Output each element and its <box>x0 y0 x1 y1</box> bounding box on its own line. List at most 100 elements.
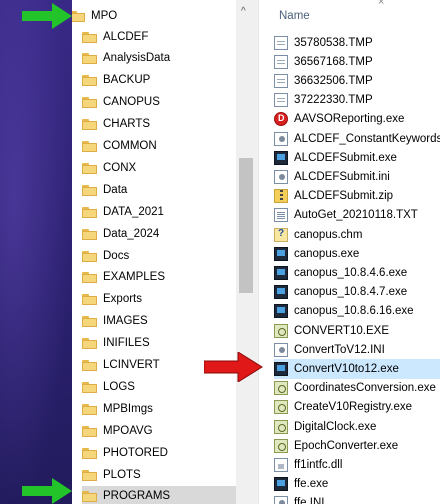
file-name: ffe.INI <box>294 497 325 504</box>
tree-item-analysisdata[interactable]: AnalysisData <box>82 48 252 69</box>
tree-item-docs[interactable]: Docs <box>82 245 252 266</box>
tree-scrollbar[interactable]: ^ <box>236 0 258 504</box>
file-row[interactable]: 37222330.TMP <box>274 91 440 110</box>
txt-file-icon <box>274 208 288 223</box>
file-row[interactable]: ffe.INI <box>274 494 440 504</box>
close-icon: × <box>378 0 385 8</box>
file-row[interactable]: 36632506.TMP <box>274 71 440 90</box>
file-row[interactable]: AutoGet_20210118.TXT <box>274 206 440 225</box>
file-row[interactable]: CreateV10Registry.exe <box>274 398 440 417</box>
tree-item-label: Data_2024 <box>103 227 160 240</box>
ini-file-icon <box>274 496 288 504</box>
tree-item-plots[interactable]: PLOTS <box>82 464 252 485</box>
ini-file-icon <box>274 342 288 357</box>
folder-icon <box>82 315 97 328</box>
folder-icon <box>82 337 97 350</box>
tree-item-label: PROGRAMS <box>103 490 171 503</box>
file-name: ConvertV10to12.exe <box>294 363 399 376</box>
file-row[interactable]: ALCDEFSubmit.ini <box>274 167 440 186</box>
folder-icon <box>82 250 97 262</box>
file-name: 36567168.TMP <box>294 55 373 68</box>
folder-icon <box>82 118 97 131</box>
file-name: 37222330.TMP <box>294 94 373 107</box>
folder-icon <box>82 359 97 371</box>
cfg-file-icon <box>274 400 288 415</box>
tree-item-backup[interactable]: BACKUP <box>82 70 252 91</box>
app-file-icon <box>274 285 288 300</box>
file-row[interactable]: canopus.chm <box>274 225 440 244</box>
tree-item-canopus[interactable]: CANOPUS <box>82 92 252 113</box>
scroll-up-icon[interactable]: ^ <box>241 6 246 17</box>
file-name: CONVERT10.EXE <box>294 324 390 337</box>
file-row[interactable]: ff1intfc.dll <box>274 455 440 474</box>
tree-item-programs[interactable]: PROGRAMS <box>82 485 252 504</box>
tree-item-exports[interactable]: Exports <box>82 289 252 310</box>
folder-icon <box>82 469 97 481</box>
folder-tree-pane[interactable]: MPO ALCDEF AnalysisData BACKUP CANOPUS CHART… <box>72 0 258 504</box>
tree-item-alcdef[interactable]: ALCDEF <box>82 26 252 47</box>
folder-icon <box>82 293 97 306</box>
tree-item-conx[interactable]: CONX <box>82 157 252 178</box>
file-row[interactable]: canopus_10.8.4.6.exe <box>274 263 440 282</box>
file-row[interactable]: 35780538.TMP <box>274 33 440 52</box>
folder-icon <box>82 206 97 218</box>
folder-icon <box>82 425 97 437</box>
file-name: canopus_10.8.4.7.exe <box>294 286 408 299</box>
tree-item-data[interactable]: Data <box>82 179 252 200</box>
chm-file-icon <box>274 227 288 242</box>
tree-item-inifiles[interactable]: INIFILES <box>82 333 252 354</box>
name-column-header[interactable]: Name <box>279 10 310 22</box>
cfg-file-icon <box>274 381 288 396</box>
doc-file-icon <box>274 35 288 50</box>
tree-item-label: LOGS <box>103 380 135 393</box>
scrollbar-thumb[interactable] <box>239 158 253 293</box>
tree-item-images[interactable]: IMAGES <box>82 311 252 332</box>
tree-item-mpo[interactable]: MPO <box>72 5 240 26</box>
file-row[interactable]: canopus.exe <box>274 244 440 263</box>
file-list-pane[interactable]: Name 35780538.TMP 36567168.TMP 36632506.TM… <box>258 0 440 504</box>
app-file-icon <box>274 362 288 377</box>
file-row[interactable]: DigitalClock.exe <box>274 417 440 436</box>
doc-file-icon <box>274 54 288 69</box>
file-row[interactable]: ConvertToV12.INI <box>274 340 440 359</box>
file-row[interactable]: canopus_10.8.4.7.exe <box>274 283 440 302</box>
cfg-file-icon <box>274 323 288 338</box>
tree-item-common[interactable]: COMMON <box>82 136 252 157</box>
file-row[interactable]: ALCDEF_ConstantKeywords.ini <box>274 129 440 148</box>
tree-item-label: BACKUP <box>103 74 151 87</box>
cfg-file-icon <box>274 419 288 434</box>
tree-item-mpbimgs[interactable]: MPBImgs <box>82 398 252 419</box>
file-row[interactable]: 36567168.TMP <box>274 52 440 71</box>
tree-item-examples[interactable]: EXAMPLES <box>82 267 252 288</box>
file-row[interactable]: ALCDEFSubmit.exe <box>274 148 440 167</box>
dll-file-icon <box>274 458 288 473</box>
tree-item-label: MPOAVG <box>103 424 153 437</box>
folder-icon <box>82 52 97 65</box>
tree-item-label: Exports <box>103 293 142 306</box>
file-name: ffe.exe <box>294 478 329 491</box>
tree-item-photored[interactable]: PHOTORED <box>82 442 252 463</box>
file-row[interactable]: ffe.exe <box>274 475 440 494</box>
tree-item-label: COMMON <box>103 140 157 152</box>
folder-icon <box>82 447 97 459</box>
tree-item-data-2021[interactable]: DATA_2021 <box>82 201 252 222</box>
file-row[interactable]: EpochConverter.exe <box>274 436 440 455</box>
file-row[interactable]: canopus_10.8.6.16.exe <box>274 302 440 321</box>
file-row[interactable]: ALCDEFSubmit.zip <box>274 187 440 206</box>
doc-file-icon <box>274 74 288 89</box>
tree-item-label: MPBImgs <box>103 402 153 415</box>
file-row[interactable]: AAVSOReporting.exe <box>274 110 440 129</box>
file-name: ff1intfc.dll <box>294 459 343 472</box>
file-name: canopus_10.8.6.16.exe <box>294 305 414 318</box>
app-file-icon <box>274 477 288 492</box>
tree-item-mpoavg[interactable]: MPOAVG <box>82 420 252 441</box>
tree-item-charts[interactable]: CHARTS <box>82 114 252 135</box>
ini-file-icon <box>274 131 288 146</box>
file-name: EpochConverter.exe <box>294 439 399 452</box>
tree-item-data-2024[interactable]: Data_2024 <box>82 223 252 244</box>
file-row[interactable]: CoordinatesConversion.exe <box>274 379 440 398</box>
file-row[interactable]: CONVERT10.EXE <box>274 321 440 340</box>
tree-item-label: INIFILES <box>103 337 150 350</box>
file-row[interactable]: ConvertV10to12.exe <box>274 359 440 379</box>
file-name: DigitalClock.exe <box>294 420 377 433</box>
